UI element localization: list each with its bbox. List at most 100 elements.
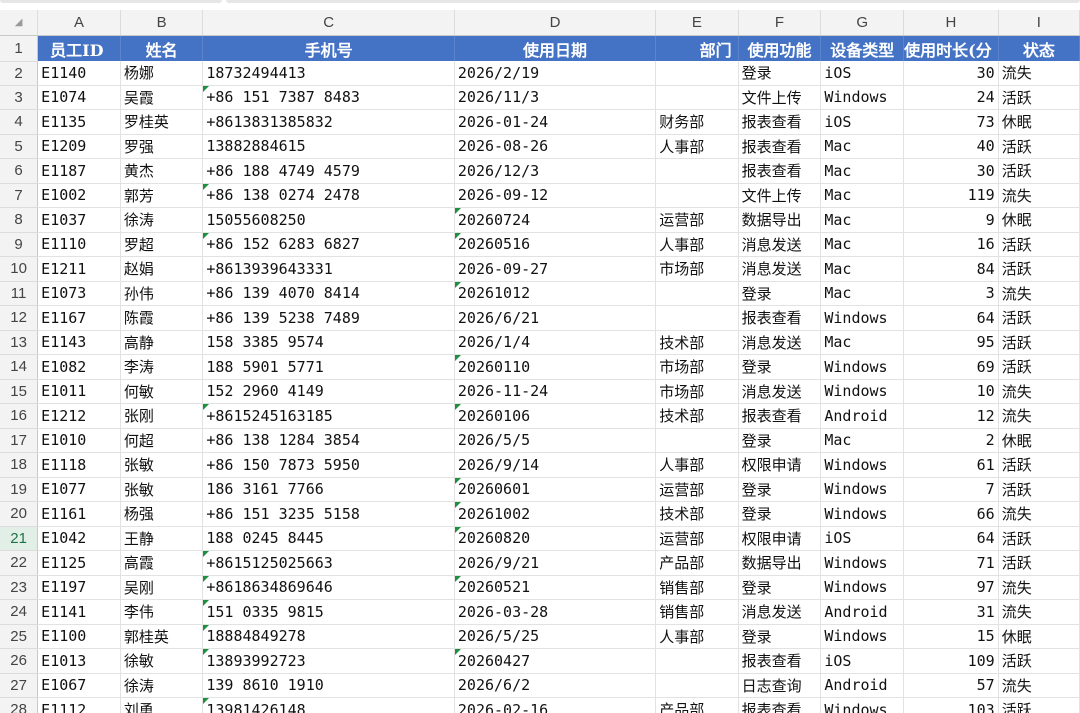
cell-i22[interactable]: 活跃: [998, 550, 1080, 576]
cell-a23[interactable]: E1197: [37, 575, 121, 600]
cell-a7[interactable]: E1002: [37, 183, 121, 208]
cell-e25[interactable]: 人事部: [655, 624, 739, 649]
cell-e10[interactable]: 市场部: [655, 256, 739, 282]
cell-i10[interactable]: 活跃: [998, 256, 1080, 282]
cell-i13[interactable]: 活跃: [998, 330, 1080, 355]
cell-d26[interactable]: 20260427: [454, 648, 657, 674]
cell-c8[interactable]: 15055608250: [202, 207, 455, 233]
cell-c7[interactable]: +86 138 0274 2478: [202, 183, 455, 208]
cell-c21[interactable]: 188 0245 8445: [202, 526, 455, 551]
row-number[interactable]: 27: [0, 673, 39, 698]
cell-g12[interactable]: Windows: [820, 305, 905, 331]
worksheet-grid[interactable]: ◢ A B C D E F G H I 1 员工ID 姓名 手机号 使用日期 部门 使用功能 设备类型 使用时长(…: [0, 10, 1080, 713]
cell-g19[interactable]: Windows: [820, 477, 905, 502]
cell-e28[interactable]: 产品部: [655, 697, 739, 713]
column-header-a[interactable]: A: [37, 10, 121, 36]
cell-b15[interactable]: 何敏: [120, 379, 204, 404]
cell-f20[interactable]: 登录: [738, 501, 822, 527]
cell-f27[interactable]: 日志查询: [738, 673, 822, 698]
cell-e24[interactable]: 销售部: [655, 599, 739, 625]
cell-b19[interactable]: 张敏: [120, 477, 204, 502]
column-header-g[interactable]: G: [820, 10, 905, 36]
cell-i23[interactable]: 流失: [998, 575, 1080, 600]
cell-a9[interactable]: E1110: [37, 232, 121, 257]
cell-h27[interactable]: 57: [903, 673, 999, 698]
cell-i24[interactable]: 流失: [998, 599, 1080, 625]
row-number[interactable]: 5: [0, 134, 39, 159]
cell-h18[interactable]: 61: [903, 452, 999, 478]
row-number[interactable]: 16: [0, 403, 39, 429]
cell-a19[interactable]: E1077: [37, 477, 121, 502]
row-number[interactable]: 13: [0, 330, 39, 355]
header-cell-b[interactable]: 姓名: [120, 35, 204, 61]
cell-d6[interactable]: 2026/12/3: [454, 158, 657, 184]
row-number[interactable]: 12: [0, 305, 39, 331]
cell-c13[interactable]: 158 3385 9574: [202, 330, 455, 355]
cell-h3[interactable]: 24: [903, 85, 999, 110]
row-number[interactable]: 14: [0, 354, 39, 380]
cell-a16[interactable]: E1212: [37, 403, 121, 429]
row-number[interactable]: 18: [0, 452, 39, 478]
cell-h7[interactable]: 119: [903, 183, 999, 208]
cell-i9[interactable]: 活跃: [998, 232, 1080, 257]
cell-g18[interactable]: Windows: [820, 452, 905, 478]
cell-g23[interactable]: Windows: [820, 575, 905, 600]
cell-g28[interactable]: Windows: [820, 697, 905, 713]
cell-f17[interactable]: 登录: [738, 428, 822, 453]
cell-b10[interactable]: 赵娟: [120, 256, 204, 282]
cell-c22[interactable]: +8615125025663: [202, 550, 455, 576]
cell-g26[interactable]: iOS: [820, 648, 905, 674]
cell-c12[interactable]: +86 139 5238 7489: [202, 305, 455, 331]
cell-f11[interactable]: 登录: [738, 281, 822, 306]
cell-h13[interactable]: 95: [903, 330, 999, 355]
cell-i6[interactable]: 活跃: [998, 158, 1080, 184]
cell-a12[interactable]: E1167: [37, 305, 121, 331]
row-number[interactable]: 9: [0, 232, 39, 257]
cell-g5[interactable]: Mac: [820, 134, 905, 159]
cell-c9[interactable]: +86 152 6283 6827: [202, 232, 455, 257]
cell-c20[interactable]: +86 151 3235 5158: [202, 501, 455, 527]
cell-e22[interactable]: 产品部: [655, 550, 739, 576]
cell-i7[interactable]: 流失: [998, 183, 1080, 208]
cell-f5[interactable]: 报表查看: [738, 134, 822, 159]
cell-b24[interactable]: 李伟: [120, 599, 204, 625]
cell-g21[interactable]: iOS: [820, 526, 905, 551]
cell-e14[interactable]: 市场部: [655, 354, 739, 380]
cell-e27[interactable]: [655, 673, 739, 698]
cell-g7[interactable]: Mac: [820, 183, 905, 208]
cell-h26[interactable]: 109: [903, 648, 999, 674]
cell-i27[interactable]: 流失: [998, 673, 1080, 698]
cell-c5[interactable]: 13882884615: [202, 134, 455, 159]
cell-g4[interactable]: iOS: [820, 109, 905, 135]
cell-d21[interactable]: 20260820: [454, 526, 657, 551]
cell-e12[interactable]: [655, 305, 739, 331]
cell-d15[interactable]: 2026-11-24: [454, 379, 657, 404]
cell-g24[interactable]: Android: [820, 599, 905, 625]
cell-h16[interactable]: 12: [903, 403, 999, 429]
cell-g27[interactable]: Android: [820, 673, 905, 698]
cell-g8[interactable]: Mac: [820, 207, 905, 233]
cell-d2[interactable]: 2026/2/19: [454, 61, 657, 86]
cell-a26[interactable]: E1013: [37, 648, 121, 674]
cell-f10[interactable]: 消息发送: [738, 256, 822, 282]
cell-a10[interactable]: E1211: [37, 256, 121, 282]
row-number[interactable]: 6: [0, 158, 39, 184]
cell-c4[interactable]: +8613831385832: [202, 109, 455, 135]
column-header-d[interactable]: D: [454, 10, 657, 36]
cell-b8[interactable]: 徐涛: [120, 207, 204, 233]
cell-c18[interactable]: +86 150 7873 5950: [202, 452, 455, 478]
cell-d10[interactable]: 2026-09-27: [454, 256, 657, 282]
column-header-i[interactable]: I: [998, 10, 1080, 36]
header-cell-a[interactable]: 员工ID: [37, 35, 121, 61]
header-cell-c[interactable]: 手机号: [202, 35, 455, 61]
cell-f8[interactable]: 数据导出: [738, 207, 822, 233]
cell-b4[interactable]: 罗桂英: [120, 109, 204, 135]
cell-d12[interactable]: 2026/6/21: [454, 305, 657, 331]
cell-b25[interactable]: 郭桂英: [120, 624, 204, 649]
cell-a27[interactable]: E1067: [37, 673, 121, 698]
row-number[interactable]: 2: [0, 61, 39, 86]
cell-b23[interactable]: 吴刚: [120, 575, 204, 600]
cell-i26[interactable]: 活跃: [998, 648, 1080, 674]
cell-e7[interactable]: [655, 183, 739, 208]
cell-g6[interactable]: Mac: [820, 158, 905, 184]
